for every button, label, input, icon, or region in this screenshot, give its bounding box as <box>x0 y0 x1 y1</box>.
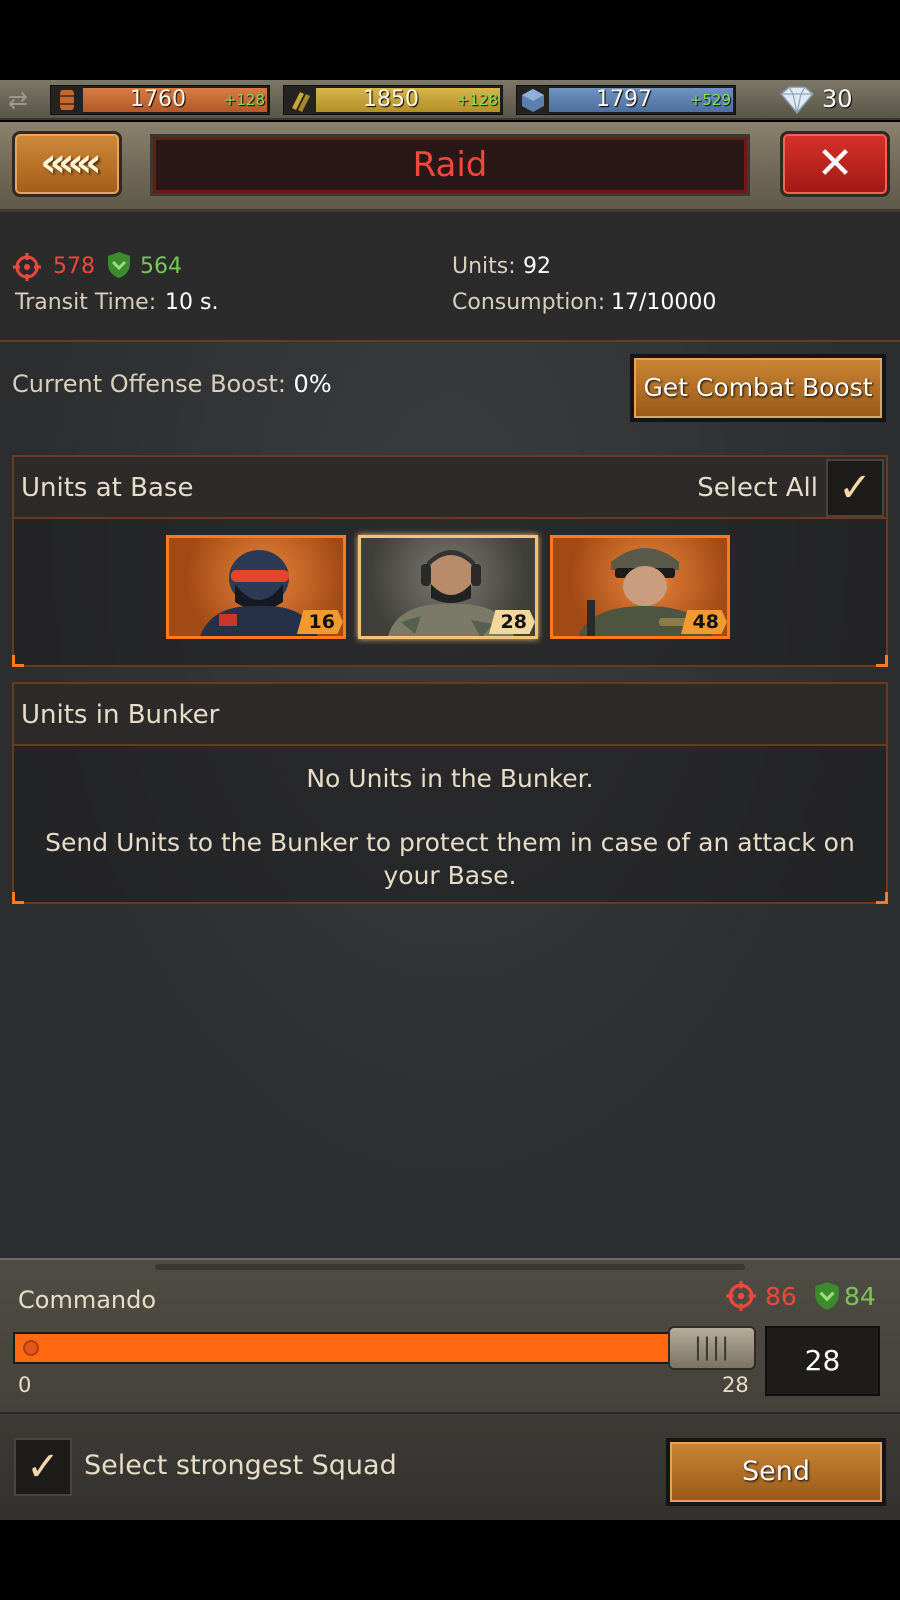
close-button[interactable]: ✕ <box>780 131 890 197</box>
oil-value: 1760 <box>130 87 186 112</box>
units-at-base-title: Units at Base <box>21 473 194 503</box>
offense-boost-label: Current Offense Boost: <box>12 370 286 398</box>
units-at-base-panel: Units at Base Select All ✓ 16 28 48 <box>12 455 888 667</box>
select-strongest-label: Select strongest Squad <box>84 1450 397 1481</box>
defense-shield-icon <box>108 252 130 278</box>
unit-card-rifleman[interactable]: 48 <box>550 535 730 639</box>
bunker-empty-body: Send Units to the Bunker to protect them… <box>45 828 855 890</box>
defense-shield-icon <box>815 1282 839 1310</box>
unit-cards: 16 28 48 <box>166 535 736 641</box>
select-strongest-checkbox[interactable]: ✓ <box>14 1438 72 1496</box>
units-in-bunker-header: Units in Bunker <box>14 684 886 746</box>
footer: ✓ Select strongest Squad Send <box>0 1412 900 1520</box>
oil-barrel-icon <box>51 86 83 114</box>
unit-quantity-panel: Commando 86 84 |||| 0 28 28 <box>0 1258 900 1412</box>
selected-unit-defense: 84 <box>844 1282 876 1311</box>
units-label: Units: <box>452 254 516 279</box>
consumption-label: Consumption: <box>452 290 606 315</box>
slider-min: 0 <box>18 1373 32 1397</box>
ammo-rate: +128 <box>456 91 498 109</box>
selected-unit-name: Commando <box>18 1286 157 1314</box>
units-at-base-header: Units at Base Select All ✓ <box>14 457 886 519</box>
panel-grip <box>155 1264 745 1270</box>
bunker-empty-title: No Units in the Bunker. <box>306 764 594 793</box>
ammo-resource: 1850 +128 <box>283 85 503 115</box>
page-title: Raid <box>412 145 488 185</box>
ammo-icon <box>284 86 316 114</box>
check-icon: ✓ <box>838 465 872 511</box>
oil-rate: +128 <box>223 91 265 109</box>
transit-value: 10 s. <box>165 290 219 315</box>
unit-card-special-forces[interactable]: 16 <box>166 535 346 639</box>
slider-thumb[interactable]: |||| <box>668 1326 756 1370</box>
select-all-label: Select All <box>697 473 818 503</box>
stats-panel: 578 564 Transit Time: 10 s. Units: 92 Co… <box>0 212 900 342</box>
offense-crosshair-icon <box>726 1281 756 1311</box>
offense-crosshair-icon <box>13 253 41 281</box>
header: ««« Raid ✕ <box>0 122 900 212</box>
get-combat-boost-label: Get Combat Boost <box>634 358 882 418</box>
units-value: 92 <box>523 254 551 279</box>
get-combat-boost-button[interactable]: Get Combat Boost <box>630 354 886 422</box>
back-button[interactable]: ««« <box>12 131 122 197</box>
check-icon: ✓ <box>26 1444 60 1490</box>
resource-bar: ⇄ 1760 +128 1850 +128 1797 +529 30 <box>0 80 900 120</box>
slider-max: 28 <box>722 1373 749 1397</box>
diamond-icon[interactable] <box>775 84 819 116</box>
quantity-slider[interactable] <box>13 1332 738 1364</box>
offense-boost-value: 0% <box>293 370 332 398</box>
unit-card-commando[interactable]: 28 <box>358 535 538 639</box>
selected-unit-offense: 86 <box>765 1282 797 1311</box>
unit-count: 48 <box>681 610 727 634</box>
minus-icon[interactable] <box>23 1340 39 1356</box>
defense-value: 564 <box>140 254 182 279</box>
offense-value: 578 <box>53 254 95 279</box>
units-in-bunker-panel: Units in Bunker No Units in the Bunker. … <box>12 682 888 904</box>
metal-resource: 1797 +529 <box>516 85 736 115</box>
close-icon: ✕ <box>816 138 854 189</box>
oil-resource: 1760 +128 <box>50 85 270 115</box>
send-button[interactable]: Send <box>666 1438 886 1506</box>
metal-rate: +529 <box>689 91 731 109</box>
slider-fill <box>15 1334 736 1362</box>
offense-boost-text: Current Offense Boost: 0% <box>12 370 332 398</box>
gems-count: 30 <box>822 85 853 113</box>
title-box: Raid <box>150 134 750 196</box>
transit-label: Transit Time: <box>15 290 157 315</box>
ammo-value: 1850 <box>363 87 419 112</box>
unit-count: 28 <box>489 610 535 634</box>
quantity-input[interactable]: 28 <box>765 1326 880 1396</box>
select-all-checkbox[interactable]: ✓ <box>826 459 884 517</box>
unit-count: 16 <box>297 610 343 634</box>
send-label: Send <box>670 1442 882 1502</box>
swap-icon[interactable]: ⇄ <box>8 87 38 113</box>
main-content: 578 564 Transit Time: 10 s. Units: 92 Co… <box>0 212 900 1258</box>
consumption-value: 17/10000 <box>611 290 717 315</box>
units-in-bunker-title: Units in Bunker <box>21 700 220 730</box>
back-chevrons-icon: ««« <box>40 140 102 186</box>
metal-cube-icon <box>517 86 549 114</box>
metal-value: 1797 <box>596 87 652 112</box>
